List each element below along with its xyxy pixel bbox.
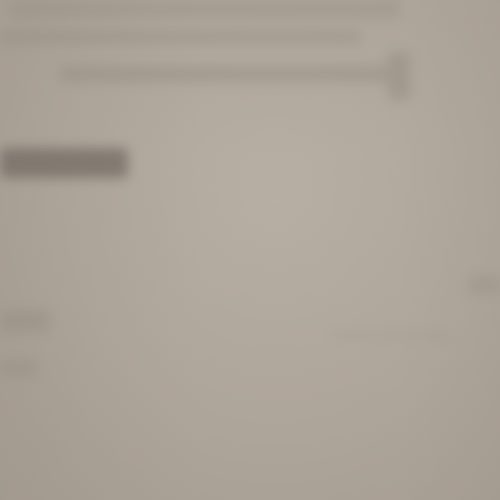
blurred-text-line [60,66,390,82]
blurred-text-line [0,30,360,44]
blurred-bracket-mark [388,52,410,100]
blurred-shadow [330,330,450,340]
blurred-text-fragment [0,360,38,376]
blurred-heading-text [0,148,128,178]
blurred-text-line [10,0,400,18]
blurred-text-fragment [468,276,500,294]
blurred-text-fragment [0,310,50,332]
